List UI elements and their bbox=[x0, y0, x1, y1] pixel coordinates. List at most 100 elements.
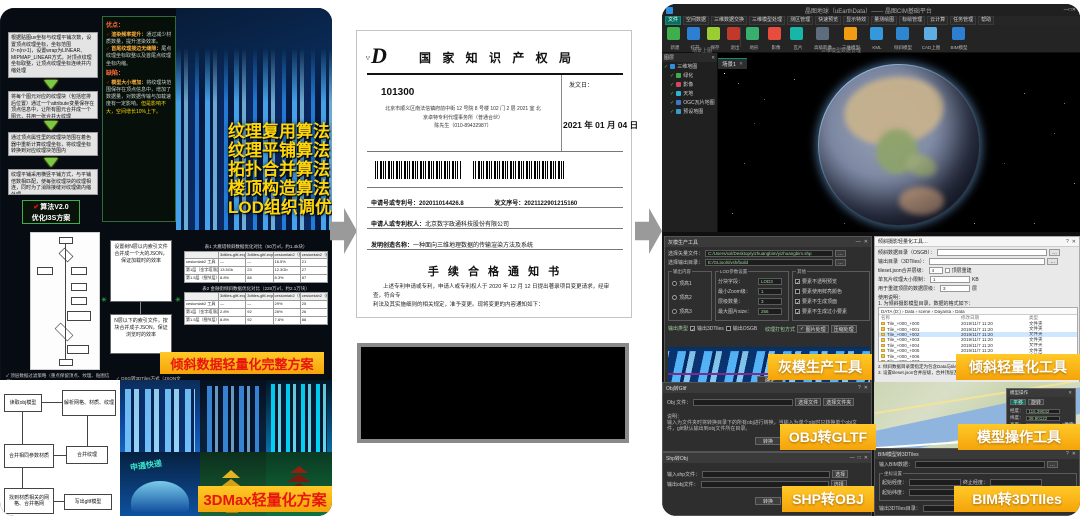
select-folder-button[interactable]: 选择文件夹 bbox=[823, 398, 854, 406]
texture-limit-input[interactable]: 1 bbox=[930, 276, 970, 283]
vector-file-input[interactable]: C:/Users/xxl/Desktop/yizhuangbim/yizhuan… bbox=[705, 250, 833, 257]
check-icon: ✔ bbox=[33, 204, 39, 211]
maximize-button[interactable]: □ bbox=[858, 455, 861, 461]
tiles-dir-input[interactable] bbox=[929, 258, 1045, 265]
stars bbox=[724, 73, 725, 74]
radio-icon[interactable] bbox=[672, 281, 677, 286]
algorithm-version-box: ✔算法V2.0优化I3S方案 bbox=[22, 200, 80, 224]
translate-tab[interactable]: 平移 bbox=[1010, 399, 1026, 405]
checkbox-icon[interactable] bbox=[795, 289, 800, 294]
checkbox-icon[interactable] bbox=[726, 326, 731, 331]
barcode bbox=[473, 161, 565, 179]
table-title: 表1 大雁塔倾斜数据优化对比（50万㎡，约1.4k块） bbox=[184, 244, 328, 250]
ribbon-tab[interactable]: 标绘管理 bbox=[899, 16, 925, 25]
osgb-dir-input[interactable] bbox=[937, 249, 1047, 256]
help-button[interactable]: ? bbox=[1066, 239, 1069, 245]
banner-tilt-plan: 倾斜数据轻量化完整方案 bbox=[160, 352, 324, 374]
merge-level-input[interactable]: 4 bbox=[929, 267, 943, 274]
convert-button[interactable]: 转换 bbox=[755, 497, 781, 505]
help-button[interactable]: ? bbox=[858, 385, 861, 391]
checkbox-icon[interactable]: ✓ bbox=[795, 299, 800, 304]
browse-button[interactable]: … bbox=[1047, 258, 1058, 265]
ribbon-tab[interactable]: 快速预览 bbox=[815, 16, 841, 25]
browse-button[interactable]: … bbox=[835, 250, 846, 257]
layer-root[interactable]: ✓三维地图 bbox=[662, 62, 717, 71]
radio-icon[interactable] bbox=[672, 295, 677, 300]
layer-item[interactable]: ✓影像 bbox=[662, 80, 717, 89]
ribbon-tab[interactable]: 任务管理 bbox=[950, 16, 976, 25]
flow-connector bbox=[42, 402, 62, 403]
close-button[interactable]: ✕ bbox=[1072, 451, 1076, 457]
road-text: 申通快递 bbox=[129, 458, 162, 473]
lat-input[interactable]: 39.90122 bbox=[1026, 416, 1060, 421]
send-date-label: 发文日： bbox=[569, 83, 593, 91]
image-process-button[interactable]: ✓ 图片处理 bbox=[797, 325, 829, 333]
minimize-button[interactable]: — bbox=[856, 239, 861, 245]
close-icon[interactable]: ✕ bbox=[739, 61, 743, 67]
ribbon-tab[interactable]: 量测绘图 bbox=[871, 16, 897, 25]
check-icon: ✓ bbox=[664, 64, 668, 70]
checkbox-icon[interactable]: ✓ bbox=[795, 279, 800, 284]
layer-item[interactable]: ✓天地 bbox=[662, 89, 717, 98]
convert-button[interactable]: 转换 bbox=[755, 437, 781, 445]
compress-process-button[interactable]: 压缩处理 bbox=[831, 325, 857, 333]
layer-item[interactable]: ✓绿化 bbox=[662, 71, 717, 80]
close-icon[interactable]: ✕ bbox=[711, 55, 715, 61]
checkbox-icon[interactable]: ✓ bbox=[795, 309, 800, 314]
sparkle-icon: ✳ bbox=[101, 296, 107, 304]
help-button[interactable]: ? bbox=[1066, 451, 1069, 457]
layer-item[interactable]: ✓预设地图 bbox=[662, 107, 717, 116]
scene-tab[interactable]: 场景1✕ bbox=[718, 58, 747, 69]
ribbon-tab[interactable]: 空间数据 bbox=[683, 16, 709, 25]
lon-end-input[interactable] bbox=[990, 479, 1042, 486]
output-dir-input[interactable]: E:/GLtools/vsh/build bbox=[705, 259, 833, 266]
layer-item[interactable]: ✓OGC瓦片地图 bbox=[662, 98, 717, 107]
ribbon-tab[interactable]: 三维数据交换 bbox=[711, 16, 747, 25]
minimize-button[interactable]: — bbox=[850, 455, 855, 461]
city-render-tile bbox=[200, 380, 266, 452]
checkbox-icon[interactable]: ✓ bbox=[690, 326, 695, 331]
close-button[interactable]: ✕ bbox=[864, 455, 868, 461]
levels-input[interactable]: 3 bbox=[758, 298, 782, 305]
oblique-model-icon bbox=[896, 27, 909, 40]
checkbox-icon[interactable] bbox=[945, 268, 950, 273]
toolbar: 新建 打开 保存 退出 地形 影像 瓦片 高级影像 三维模型 KML 倾斜模型 … bbox=[662, 25, 1080, 53]
globe-shade bbox=[818, 64, 980, 226]
browse-button[interactable]: … bbox=[1047, 461, 1058, 468]
lon-start-input[interactable] bbox=[909, 479, 961, 486]
max-size-input[interactable]: 256 bbox=[758, 308, 782, 315]
browse-button[interactable]: 选择 bbox=[832, 470, 848, 478]
browse-button[interactable]: … bbox=[835, 259, 846, 266]
lon-input[interactable]: 116.39032 bbox=[1026, 409, 1060, 414]
select-file-button[interactable]: 选择文件 bbox=[795, 398, 821, 406]
ribbon-tab[interactable]: 三维模型处理 bbox=[749, 16, 785, 25]
lod-field-input[interactable]: LOD3 bbox=[758, 278, 782, 285]
zoom-min-input[interactable]: 1 bbox=[758, 288, 782, 295]
close-button[interactable]: ✕ bbox=[1068, 390, 1072, 396]
shp-input[interactable] bbox=[702, 471, 830, 478]
browse-button[interactable]: … bbox=[1049, 249, 1060, 256]
ribbon-tab[interactable]: 显示特效 bbox=[843, 16, 869, 25]
open-icon bbox=[687, 27, 700, 40]
radio-icon[interactable] bbox=[672, 309, 677, 314]
close-button[interactable]: ✕ bbox=[864, 385, 868, 391]
city-render-tile bbox=[120, 380, 200, 452]
adv-imagery-icon bbox=[816, 27, 829, 40]
rotate-tab[interactable]: 旋转 bbox=[1028, 399, 1044, 405]
toolbar-button[interactable]: BIM模型 bbox=[948, 27, 970, 51]
close-button[interactable]: ✕ bbox=[864, 239, 868, 245]
globe-viewport[interactable]: 场景1✕ bbox=[718, 53, 1080, 232]
folder-icon bbox=[881, 333, 885, 337]
close-button[interactable]: ✕ bbox=[1072, 239, 1076, 245]
explorer-path[interactable]: DATA (D:) › Data › scene › Dayanta › Dat… bbox=[879, 308, 1077, 315]
pros-cons-panel: 优点： ✓渲染频率提升：通过减少材质数量，提升渲染效率。 ✓首尾纹理接边无缝隙：… bbox=[102, 16, 176, 222]
ribbon-tab[interactable]: 帮助 bbox=[978, 16, 994, 25]
close-button[interactable]: ✕ bbox=[1072, 7, 1076, 13]
ribbon-tab[interactable]: 云计算 bbox=[927, 16, 948, 25]
layer-icon bbox=[676, 73, 681, 78]
obj-file-input[interactable] bbox=[693, 399, 793, 406]
ribbon-tab[interactable]: 文件 bbox=[665, 16, 681, 25]
ribbon-tab[interactable]: 测区管理 bbox=[787, 16, 813, 25]
bim-input[interactable] bbox=[915, 461, 1045, 468]
rebuild-levels-input[interactable]: 3 bbox=[940, 285, 970, 292]
